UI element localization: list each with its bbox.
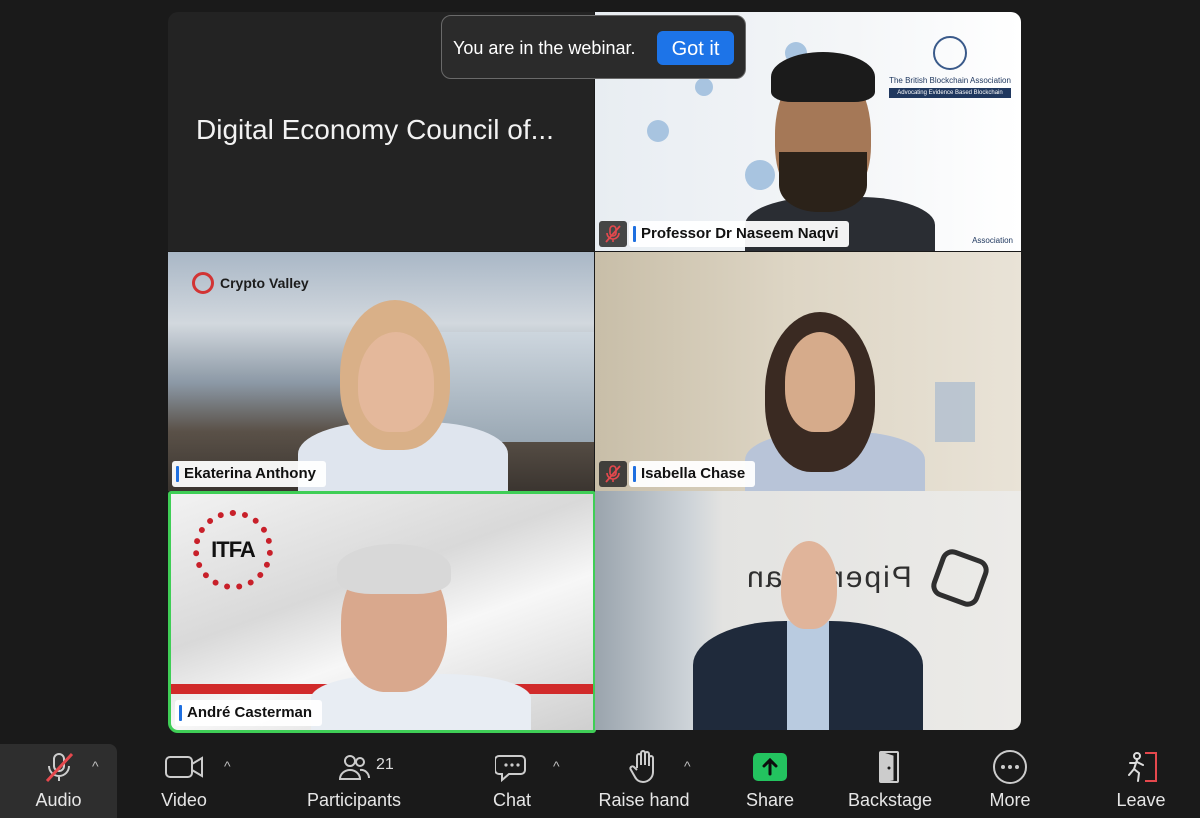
raise-hand-options-chevron-icon[interactable]: ^ <box>684 758 691 774</box>
video-tile-isabella-chase[interactable]: Isabella Chase <box>595 252 1021 491</box>
muted-mic-icon <box>42 744 76 790</box>
background-dot <box>647 120 669 142</box>
wall-picture <box>935 382 975 442</box>
video-options-chevron-icon[interactable]: ^ <box>224 758 231 774</box>
raise-hand-label: Raise hand <box>598 790 690 810</box>
background-dot <box>745 160 775 190</box>
piper-logo-icon <box>927 545 993 611</box>
bba-footer: Association <box>972 236 1013 245</box>
person-face <box>785 332 855 432</box>
more-label: More <box>989 790 1031 810</box>
audio-button[interactable]: Audio <box>0 744 117 818</box>
person-face <box>781 541 837 629</box>
backstage-door-icon <box>877 744 903 790</box>
video-label: Video <box>161 790 207 810</box>
backstage-label: Backstage <box>847 790 933 810</box>
audio-label: Audio <box>35 790 82 810</box>
video-tile-andre-casterman[interactable]: ITFA André Casterman <box>168 491 596 733</box>
video-grid: Digital Economy Council of... The Britis… <box>0 0 1200 744</box>
meeting-toolbar: Audio ^ Video ^ Participants 21 Chat ^ R… <box>0 744 1200 818</box>
video-tile-unnamed[interactable]: PiperA nan <box>595 491 1021 730</box>
participant-name: Ekaterina Anthony <box>172 461 326 487</box>
leave-label: Leave <box>1116 790 1166 810</box>
participant-name: André Casterman <box>175 700 323 726</box>
chat-bubble-icon <box>495 744 529 790</box>
person-hair <box>771 52 875 102</box>
leave-exit-icon <box>1123 744 1159 790</box>
webinar-toast: You are in the webinar. Got it <box>441 15 746 79</box>
participants-icon <box>338 744 370 790</box>
toast-message: You are in the webinar. <box>453 38 636 58</box>
video-tile-ekaterina-anthony[interactable]: Crypto Valley Ekaterina Anthony <box>168 252 594 491</box>
muted-mic-icon <box>599 461 627 487</box>
video-button[interactable]: Video <box>150 744 218 818</box>
share-button[interactable]: Share <box>738 744 802 818</box>
person-hair <box>337 544 451 594</box>
chat-button[interactable]: Chat <box>484 744 540 818</box>
leave-button[interactable]: Leave <box>1110 744 1172 818</box>
participant-name: Professor Dr Naseem Naqvi <box>629 221 849 247</box>
audio-options-chevron-icon[interactable]: ^ <box>92 758 99 774</box>
raise-hand-icon <box>629 744 659 790</box>
backstage-button[interactable]: Backstage <box>842 744 938 818</box>
got-it-button[interactable]: Got it <box>657 31 734 65</box>
share-label: Share <box>745 790 795 810</box>
raise-hand-button[interactable]: Raise hand <box>592 744 696 818</box>
person-shirt <box>787 621 829 730</box>
background-dot <box>695 78 713 96</box>
crypto-valley-logo: Crypto Valley <box>192 272 309 294</box>
person-face <box>358 332 434 432</box>
video-camera-icon <box>165 744 203 790</box>
itfa-logo: ITFA <box>193 510 273 590</box>
participants-count: 21 <box>376 756 394 773</box>
participants-label: Participants <box>306 790 402 810</box>
more-ellipsis-icon <box>992 744 1028 790</box>
webinar-title: Digital Economy Council of... <box>196 114 554 145</box>
more-button[interactable]: More <box>984 744 1036 818</box>
participant-name: Isabella Chase <box>629 461 756 487</box>
share-screen-icon <box>752 744 788 790</box>
muted-mic-icon <box>599 221 627 247</box>
person-beard <box>779 152 867 212</box>
chat-options-chevron-icon[interactable]: ^ <box>553 758 560 774</box>
chat-label: Chat <box>492 790 532 810</box>
bba-logo: The British Blockchain Association Advoc… <box>889 36 1011 98</box>
